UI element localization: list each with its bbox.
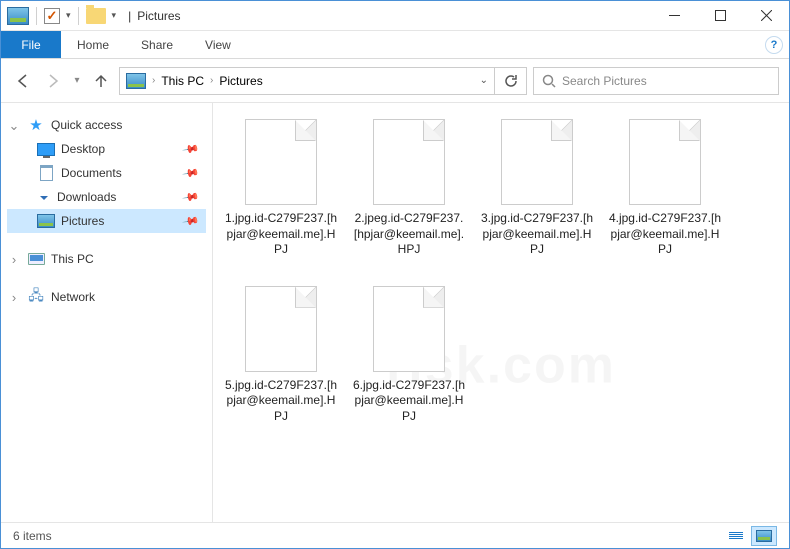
maximize-button[interactable] xyxy=(697,1,743,30)
search-placeholder: Search Pictures xyxy=(562,74,647,88)
documents-icon xyxy=(40,165,53,181)
file-item[interactable]: 1.jpg.id-C279F237.[hpjar@keemail.me].HPJ xyxy=(221,119,341,258)
pictures-icon xyxy=(37,214,55,228)
pin-icon: 📌 xyxy=(182,140,201,159)
file-icon xyxy=(245,119,317,205)
tab-share[interactable]: Share xyxy=(125,31,189,58)
this-pc-icon xyxy=(28,253,45,265)
search-input[interactable]: Search Pictures xyxy=(533,67,779,95)
thumbnails-view-button[interactable] xyxy=(751,526,777,546)
navigation-pane: ⌄ ★ Quick access Desktop 📌 Documents 📌 D… xyxy=(1,103,213,522)
file-icon xyxy=(629,119,701,205)
recent-dropdown-icon[interactable]: ▾ xyxy=(71,69,83,93)
up-button[interactable] xyxy=(89,69,113,93)
help-button[interactable]: ? xyxy=(765,36,783,54)
file-icon xyxy=(245,286,317,372)
tree-this-pc[interactable]: › This PC xyxy=(7,247,206,271)
collapse-icon[interactable]: ⌄ xyxy=(7,119,21,132)
file-icon xyxy=(501,119,573,205)
desktop-icon xyxy=(37,143,55,156)
file-item[interactable]: 5.jpg.id-C279F237.[hpjar@keemail.me].HPJ xyxy=(221,286,341,425)
expand-icon[interactable]: › xyxy=(7,253,21,266)
location-icon xyxy=(126,73,146,89)
breadcrumb-this-pc[interactable]: This PC xyxy=(161,74,204,88)
title-separator: | xyxy=(128,9,131,23)
tree-downloads[interactable]: Downloads 📌 xyxy=(7,185,206,209)
file-item[interactable]: 3.jpg.id-C279F237.[hpjar@keemail.me].HPJ xyxy=(477,119,597,258)
chevron-right-icon[interactable]: › xyxy=(210,75,213,86)
tree-label: Documents xyxy=(61,166,122,180)
ribbon-tabs: File Home Share View ? xyxy=(1,31,789,59)
tree-desktop[interactable]: Desktop 📌 xyxy=(7,137,206,161)
breadcrumb-pictures[interactable]: Pictures xyxy=(219,74,262,88)
divider xyxy=(36,7,37,25)
back-button[interactable] xyxy=(11,69,35,93)
address-bar[interactable]: › This PC › Pictures ⌄ xyxy=(119,67,495,95)
ribbon-toggle-icon[interactable]: ▾ xyxy=(112,10,117,21)
downloads-icon xyxy=(37,190,51,204)
pin-icon: 📌 xyxy=(182,188,201,207)
window-controls xyxy=(651,1,789,30)
file-view[interactable]: PCrisk.com 1.jpg.id-C279F237.[hpjar@keem… xyxy=(213,103,789,522)
close-button[interactable] xyxy=(743,1,789,30)
tree-label: Desktop xyxy=(61,142,105,156)
network-icon: 🖧 xyxy=(27,289,45,305)
quick-access-toolbar: ✓ ▾ ▾ xyxy=(1,7,122,25)
qat-dropdown-icon[interactable]: ▾ xyxy=(66,10,71,21)
search-icon xyxy=(542,74,556,88)
address-dropdown-icon[interactable]: ⌄ xyxy=(480,75,488,86)
tree-label: Quick access xyxy=(51,118,122,132)
pin-icon: 📌 xyxy=(182,164,201,183)
file-name: 3.jpg.id-C279F237.[hpjar@keemail.me].HPJ xyxy=(479,211,595,258)
folder-icon[interactable] xyxy=(86,8,106,24)
window-title: Pictures xyxy=(137,9,180,23)
file-icon xyxy=(373,119,445,205)
navigation-bar: ▾ › This PC › Pictures ⌄ Search Pictures xyxy=(1,59,789,103)
file-name: 6.jpg.id-C279F237.[hpjar@keemail.me].HPJ xyxy=(351,378,467,425)
item-count: 6 items xyxy=(13,529,52,543)
expand-icon[interactable]: › xyxy=(7,291,21,304)
tree-pictures[interactable]: Pictures 📌 xyxy=(7,209,206,233)
tree-label: This PC xyxy=(51,252,94,266)
tree-network[interactable]: › 🖧 Network xyxy=(7,285,206,309)
app-icon[interactable] xyxy=(7,7,29,25)
tree-documents[interactable]: Documents 📌 xyxy=(7,161,206,185)
file-item[interactable]: 2.jpeg.id-C279F237.[hpjar@keemail.me].HP… xyxy=(349,119,469,258)
status-bar: 6 items xyxy=(1,522,789,548)
tab-view[interactable]: View xyxy=(189,31,247,58)
details-view-button[interactable] xyxy=(723,526,749,546)
forward-button[interactable] xyxy=(41,69,65,93)
properties-icon[interactable]: ✓ xyxy=(44,8,60,24)
tree-label: Pictures xyxy=(61,214,104,228)
file-item[interactable]: 4.jpg.id-C279F237.[hpjar@keemail.me].HPJ xyxy=(605,119,725,258)
chevron-right-icon[interactable]: › xyxy=(152,75,155,86)
refresh-button[interactable] xyxy=(495,67,527,95)
file-name: 2.jpeg.id-C279F237.[hpjar@keemail.me].HP… xyxy=(351,211,467,258)
file-tab[interactable]: File xyxy=(1,31,61,58)
tree-label: Downloads xyxy=(57,190,116,204)
file-icon xyxy=(373,286,445,372)
file-name: 4.jpg.id-C279F237.[hpjar@keemail.me].HPJ xyxy=(607,211,723,258)
minimize-button[interactable] xyxy=(651,1,697,30)
file-item[interactable]: 6.jpg.id-C279F237.[hpjar@keemail.me].HPJ xyxy=(349,286,469,425)
divider xyxy=(78,7,79,25)
star-icon: ★ xyxy=(27,117,45,133)
tab-home[interactable]: Home xyxy=(61,31,125,58)
file-name: 5.jpg.id-C279F237.[hpjar@keemail.me].HPJ xyxy=(223,378,339,425)
titlebar: ✓ ▾ ▾ | Pictures xyxy=(1,1,789,31)
pin-icon: 📌 xyxy=(182,212,201,231)
tree-label: Network xyxy=(51,290,95,304)
tree-quick-access[interactable]: ⌄ ★ Quick access xyxy=(7,113,206,137)
file-name: 1.jpg.id-C279F237.[hpjar@keemail.me].HPJ xyxy=(223,211,339,258)
